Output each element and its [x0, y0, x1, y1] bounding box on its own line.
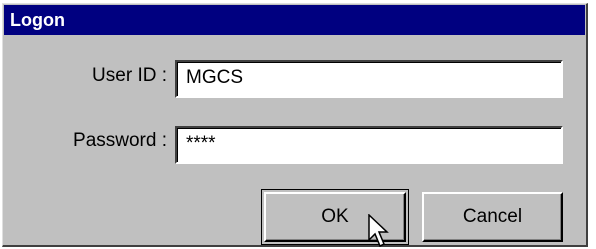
ok-button-label: OK: [321, 206, 349, 227]
password-field[interactable]: ****: [175, 126, 563, 164]
cancel-button[interactable]: Cancel: [422, 192, 563, 242]
dialog-title: Logon: [10, 10, 65, 30]
user-id-value: MGCS: [186, 67, 243, 88]
logon-dialog: Logon User ID : MGCS Password : **** OK …: [2, 3, 588, 247]
cancel-button-label: Cancel: [462, 206, 523, 227]
dialog-titlebar[interactable]: Logon: [4, 5, 585, 35]
password-value: ****: [186, 133, 216, 154]
user-id-field[interactable]: MGCS: [175, 60, 563, 98]
user-id-label: User ID :: [92, 65, 167, 86]
mouse-pointer-icon: [368, 214, 389, 248]
password-label: Password :: [73, 130, 167, 151]
